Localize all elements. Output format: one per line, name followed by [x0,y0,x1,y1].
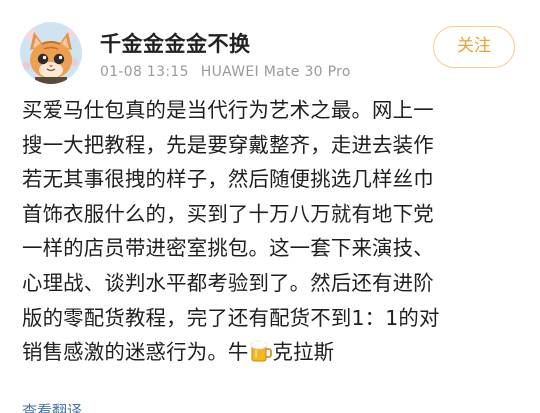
follow-button[interactable]: 关注 [433,26,515,68]
body-text-before-icon: 销售感激的迷惑行为。牛 [22,340,249,365]
body-line: 首饰衣服什么的，买到了十万八万就有地下党 [22,201,434,226]
beer-mug-icon [250,339,272,363]
cat-avatar-icon [20,22,82,84]
username[interactable]: 千金金金金不换 [100,28,251,58]
translate-link[interactable]: 查看翻译 [22,400,82,413]
post-time: 01-08 13:15 [100,64,189,80]
body-text-after-icon: 克拉斯 [272,340,335,365]
avatar[interactable] [20,22,82,84]
body-line: 版的零配货教程，完了还有配货不到1：1的对 [22,305,440,330]
body-line-last: 销售感激的迷惑行为。牛 克拉斯 [22,335,522,370]
body-line: 心理战、谈判水平都考验到了。然后还有进阶 [22,270,434,295]
body-line: 买爱马仕包真的是当代行为艺术之最。网上一 [22,98,434,122]
post-body: 买爱马仕包真的是当代行为艺术之最。网上一 搜一大把教程，先是要穿戴整齐，走进去装… [22,93,522,370]
body-line: 搜一大把教程，先是要穿戴整齐，走进去装作 [22,132,434,157]
post-device: HUAWEI Mate 30 Pro [200,64,351,80]
weibo-post: 千金金金金不换 01-08 13:15 HUAWEI Mate 30 Pro 关注… [0,0,540,413]
body-line: 若无其事很拽的样子，然后随便挑选几样丝巾 [22,167,434,192]
body-line: 一样的店员带进密室挑包。这一套下来演技、 [22,236,434,261]
post-meta: 01-08 13:15 HUAWEI Mate 30 Pro [100,64,351,80]
